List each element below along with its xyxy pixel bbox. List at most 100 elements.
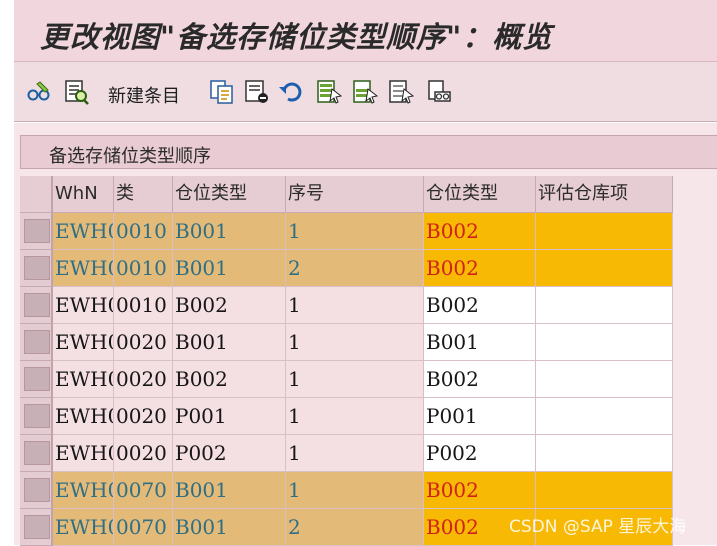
cell-type[interactable]: 0010 bbox=[114, 287, 173, 324]
cell-alt-bin-type[interactable]: B001 bbox=[424, 324, 536, 361]
cell-type[interactable]: 0020 bbox=[114, 398, 173, 435]
table-row[interactable]: EWH0 0020 P001 1 P001 bbox=[20, 398, 673, 435]
cell-bin-type[interactable]: B002 bbox=[173, 361, 286, 398]
select-block-icon[interactable] bbox=[352, 79, 378, 105]
cell-alt-bin-type[interactable]: B002 bbox=[424, 250, 536, 287]
cell-type[interactable]: 0010 bbox=[114, 213, 173, 250]
undo-icon[interactable] bbox=[278, 79, 304, 105]
cell-whn[interactable]: EWH0 bbox=[53, 250, 114, 287]
table-row[interactable]: EWH0 0020 B002 1 B002 bbox=[20, 361, 673, 398]
deselect-all-icon[interactable] bbox=[388, 79, 414, 105]
edit-glasses-icon[interactable] bbox=[26, 79, 52, 105]
table-row[interactable]: EWH0 0020 P002 1 P002 bbox=[20, 435, 673, 472]
table-row[interactable]: EWH0 0010 B002 1 B002 bbox=[20, 287, 673, 324]
table-row[interactable]: EWH0 0010 B001 1 B002 bbox=[20, 213, 673, 250]
cell-whn[interactable]: EWH0 bbox=[53, 213, 114, 250]
cell-alt-bin-type[interactable]: B002 bbox=[424, 472, 536, 509]
cell-alt-bin-type[interactable]: P002 bbox=[424, 435, 536, 472]
row-selector[interactable] bbox=[20, 472, 53, 509]
row-selector-box[interactable] bbox=[24, 404, 50, 428]
cell-bin-type[interactable]: B001 bbox=[173, 250, 286, 287]
row-selector-box[interactable] bbox=[24, 330, 50, 354]
row-selector[interactable] bbox=[20, 250, 53, 287]
data-table: WhN 类 仓位类型 序号 仓位类型 评估仓库项 EWH0 0010 B001 1 B0… bbox=[20, 176, 673, 546]
cell-sequence[interactable]: 1 bbox=[286, 435, 424, 472]
cell-alt-bin-type[interactable]: P001 bbox=[424, 398, 536, 435]
cell-bin-type[interactable]: B001 bbox=[173, 509, 286, 546]
column-header-type[interactable]: 类 bbox=[114, 176, 173, 213]
cell-evaluation-item[interactable] bbox=[536, 435, 673, 472]
cell-whn[interactable]: EWH0 bbox=[53, 287, 114, 324]
cell-evaluation-item[interactable] bbox=[536, 213, 673, 250]
cell-evaluation-item[interactable] bbox=[536, 472, 673, 509]
row-selector-box[interactable] bbox=[24, 441, 50, 465]
new-entries-button[interactable]: 新建条目 bbox=[108, 82, 180, 108]
cell-whn[interactable]: EWH0 bbox=[53, 509, 114, 546]
select-all-rows-handle[interactable] bbox=[20, 176, 53, 213]
cell-sequence[interactable]: 1 bbox=[286, 324, 424, 361]
delete-icon[interactable] bbox=[244, 79, 270, 105]
table-row[interactable]: EWH0 0020 B001 1 B001 bbox=[20, 324, 673, 361]
cell-alt-bin-type[interactable]: B002 bbox=[424, 361, 536, 398]
cell-sequence[interactable]: 1 bbox=[286, 213, 424, 250]
row-selector[interactable] bbox=[20, 398, 53, 435]
cell-bin-type[interactable]: P001 bbox=[173, 398, 286, 435]
column-header-bin-type[interactable]: 仓位类型 bbox=[173, 176, 286, 213]
cell-sequence[interactable]: 1 bbox=[286, 287, 424, 324]
cell-whn[interactable]: EWH0 bbox=[53, 398, 114, 435]
row-selector-box[interactable] bbox=[24, 293, 50, 317]
panel-header: 备选存储位类型顺序 bbox=[20, 135, 717, 169]
cell-type[interactable]: 0020 bbox=[114, 324, 173, 361]
cell-type[interactable]: 0070 bbox=[114, 509, 173, 546]
column-header-whn[interactable]: WhN bbox=[53, 176, 114, 213]
row-selector[interactable] bbox=[20, 287, 53, 324]
row-selector-box[interactable] bbox=[24, 256, 50, 280]
cell-alt-bin-type[interactable]: B002 bbox=[424, 213, 536, 250]
toolbar: 新建条目 bbox=[14, 62, 717, 122]
column-header-sequence[interactable]: 序号 bbox=[286, 176, 424, 213]
row-selector[interactable] bbox=[20, 361, 53, 398]
cell-evaluation-item[interactable] bbox=[536, 250, 673, 287]
cell-whn[interactable]: EWH0 bbox=[53, 324, 114, 361]
cell-sequence[interactable]: 2 bbox=[286, 509, 424, 546]
cell-type[interactable]: 0070 bbox=[114, 472, 173, 509]
cell-bin-type[interactable]: B001 bbox=[173, 213, 286, 250]
cell-evaluation-item[interactable] bbox=[536, 361, 673, 398]
column-header-evaluation-item[interactable]: 评估仓库项 bbox=[536, 176, 673, 213]
table-row[interactable]: EWH0 0070 B001 1 B002 bbox=[20, 472, 673, 509]
table-row[interactable]: EWH0 0010 B001 2 B002 bbox=[20, 250, 673, 287]
cell-bin-type[interactable]: B001 bbox=[173, 324, 286, 361]
print-icon[interactable] bbox=[426, 79, 452, 105]
row-selector[interactable] bbox=[20, 435, 53, 472]
row-selector-box[interactable] bbox=[24, 478, 50, 502]
row-selector-box[interactable] bbox=[24, 219, 50, 243]
cell-evaluation-item[interactable] bbox=[536, 324, 673, 361]
cell-evaluation-item[interactable] bbox=[536, 398, 673, 435]
row-selector[interactable] bbox=[20, 324, 53, 361]
row-selector[interactable] bbox=[20, 509, 53, 546]
cell-bin-type[interactable]: B001 bbox=[173, 472, 286, 509]
copy-icon[interactable] bbox=[209, 79, 235, 105]
cell-bin-type[interactable]: B002 bbox=[173, 287, 286, 324]
column-header-alt-bin-type[interactable]: 仓位类型 bbox=[424, 176, 536, 213]
cell-sequence[interactable]: 1 bbox=[286, 398, 424, 435]
cell-sequence[interactable]: 1 bbox=[286, 361, 424, 398]
title-bar: 更改视图"备选存储位类型顺序"：概览 bbox=[14, 0, 717, 62]
cell-whn[interactable]: EWH0 bbox=[53, 472, 114, 509]
cell-alt-bin-type[interactable]: B002 bbox=[424, 287, 536, 324]
watermark: CSDN @SAP 星辰大海 bbox=[509, 517, 687, 537]
cell-type[interactable]: 0010 bbox=[114, 250, 173, 287]
cell-type[interactable]: 0020 bbox=[114, 361, 173, 398]
cell-whn[interactable]: EWH0 bbox=[53, 435, 114, 472]
row-selector[interactable] bbox=[20, 213, 53, 250]
cell-sequence[interactable]: 1 bbox=[286, 472, 424, 509]
cell-whn[interactable]: EWH0 bbox=[53, 361, 114, 398]
cell-bin-type[interactable]: P002 bbox=[173, 435, 286, 472]
select-all-icon[interactable] bbox=[316, 79, 342, 105]
row-selector-box[interactable] bbox=[24, 367, 50, 391]
cell-evaluation-item[interactable] bbox=[536, 287, 673, 324]
cell-sequence[interactable]: 2 bbox=[286, 250, 424, 287]
row-selector-box[interactable] bbox=[24, 515, 50, 539]
details-icon[interactable] bbox=[64, 79, 90, 105]
cell-type[interactable]: 0020 bbox=[114, 435, 173, 472]
